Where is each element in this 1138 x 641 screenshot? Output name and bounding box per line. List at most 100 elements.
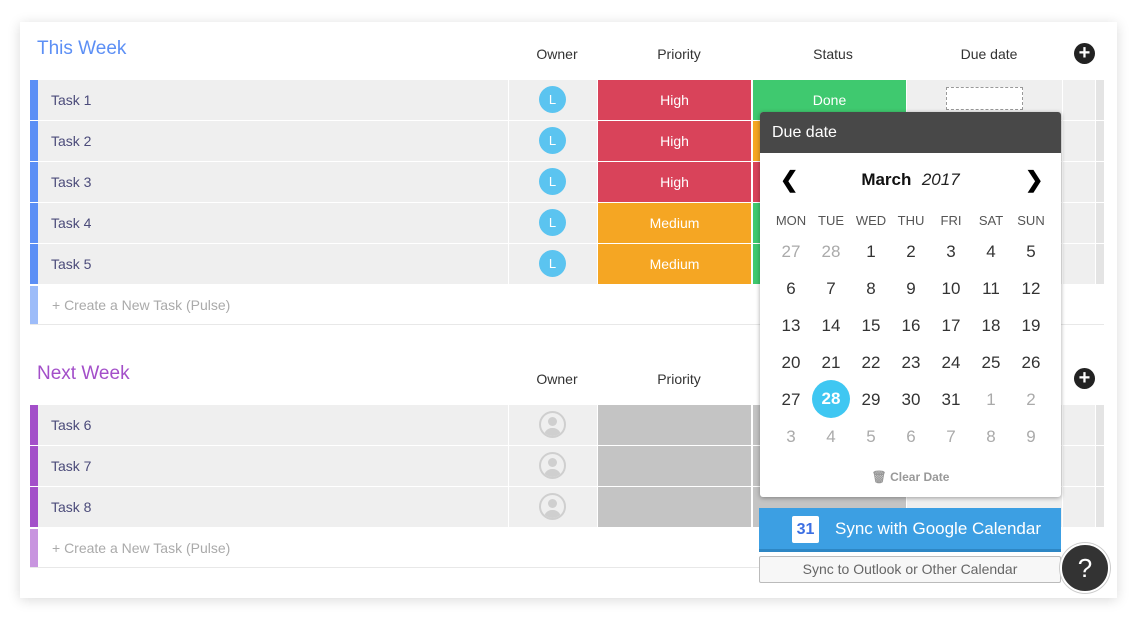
group-color-bar [30, 529, 38, 567]
calendar-day[interactable]: 15 [851, 316, 891, 336]
column-header-priority[interactable]: Priority [657, 46, 701, 62]
calendar-day[interactable]: 7 [811, 279, 851, 299]
priority-cell[interactable]: High [598, 162, 751, 202]
owner-cell[interactable]: L [509, 244, 597, 284]
calendar-day[interactable]: 7 [931, 427, 971, 447]
calendar-day[interactable]: 25 [971, 353, 1011, 373]
calendar-day[interactable]: 31 [931, 390, 971, 410]
extra-cell [1063, 121, 1095, 161]
owner-cell[interactable]: L [509, 162, 597, 202]
calendar-day[interactable]: 6 [891, 427, 931, 447]
calendar-day[interactable]: 20 [771, 353, 811, 373]
priority-cell[interactable] [598, 405, 751, 445]
calendar-day[interactable]: 1 [971, 390, 1011, 410]
task-name[interactable]: Task 6 [38, 405, 508, 445]
owner-cell[interactable] [509, 446, 597, 486]
task-name[interactable]: Task 4 [38, 203, 508, 243]
calendar-day[interactable]: 29 [851, 390, 891, 410]
calendar-day[interactable]: 17 [931, 316, 971, 336]
calendar-day[interactable]: 1 [851, 242, 891, 262]
column-header-priority[interactable]: Priority [657, 371, 701, 387]
calendar-day[interactable]: 9 [891, 279, 931, 299]
calendar-day[interactable]: 8 [971, 427, 1011, 447]
due-date-input[interactable] [946, 87, 1023, 110]
calendar-day[interactable]: 28 [811, 242, 851, 262]
column-header-owner[interactable]: Owner [536, 46, 577, 62]
calendar-day[interactable]: 27 [771, 242, 811, 262]
help-button[interactable]: ? [1060, 543, 1110, 593]
calendar-day[interactable]: 5 [1011, 242, 1051, 262]
task-name[interactable]: Task 2 [38, 121, 508, 161]
calendar-day[interactable]: 3 [771, 427, 811, 447]
calendar-day[interactable]: 5 [851, 427, 891, 447]
owner-cell[interactable] [509, 405, 597, 445]
priority-cell[interactable]: Medium [598, 244, 751, 284]
calendar-day[interactable]: 18 [971, 316, 1011, 336]
column-header-due[interactable]: Due date [961, 46, 1018, 62]
owner-cell[interactable]: L [509, 121, 597, 161]
extra-cell [1063, 487, 1095, 527]
priority-cell[interactable]: High [598, 121, 751, 161]
calendar-day[interactable]: 23 [891, 353, 931, 373]
owner-cell[interactable]: L [509, 80, 597, 120]
sync-google-calendar-button[interactable]: 31 Sync with Google Calendar [759, 508, 1061, 552]
calendar-day[interactable]: 27 [771, 390, 811, 410]
calendar-day[interactable]: 13 [771, 316, 811, 336]
empty-avatar-icon [539, 493, 566, 520]
group-title[interactable]: Next Week [37, 363, 130, 385]
weekday-header: FRI [940, 213, 962, 228]
calendar-day[interactable]: 8 [851, 279, 891, 299]
task-name[interactable]: Task 5 [38, 244, 508, 284]
month-label: March [861, 170, 912, 189]
group-color-bar [30, 244, 38, 284]
calendar-day[interactable]: 12 [1011, 279, 1051, 299]
avatar: L [539, 86, 566, 113]
calendar-day[interactable]: 4 [971, 242, 1011, 262]
avatar: L [539, 168, 566, 195]
group-color-bar [30, 286, 38, 324]
extra-cell [1063, 203, 1095, 243]
calendar-day[interactable]: 16 [891, 316, 931, 336]
owner-cell[interactable]: L [509, 203, 597, 243]
next-month-button[interactable]: ❯ [1025, 167, 1043, 193]
calendar-day[interactable]: 24 [931, 353, 971, 373]
priority-cell[interactable]: High [598, 80, 751, 120]
calendar-day[interactable]: 22 [851, 353, 891, 373]
create-task-label: + Create a New Task (Pulse) [52, 540, 231, 556]
group-color-bar [30, 487, 38, 527]
calendar-day[interactable]: 19 [1011, 316, 1051, 336]
weekday-header: MON [775, 213, 807, 228]
row-end [1096, 487, 1104, 527]
sync-outlook-button[interactable]: Sync to Outlook or Other Calendar [759, 556, 1061, 583]
priority-cell[interactable] [598, 487, 751, 527]
calendar-day[interactable]: 9 [1011, 427, 1051, 447]
calendar-day[interactable]: 30 [891, 390, 931, 410]
calendar-day[interactable]: 4 [811, 427, 851, 447]
picker-title: Due date [760, 112, 1061, 153]
column-header-owner[interactable]: Owner [536, 371, 577, 387]
calendar-day[interactable]: 6 [771, 279, 811, 299]
calendar-day[interactable]: 2 [1011, 390, 1051, 410]
selected-day[interactable]: 28 [812, 380, 850, 418]
clear-date-label: Clear Date [890, 470, 950, 484]
owner-cell[interactable] [509, 487, 597, 527]
calendar-day[interactable]: 14 [811, 316, 851, 336]
priority-cell[interactable]: Medium [598, 203, 751, 243]
task-name[interactable]: Task 1 [38, 80, 508, 120]
column-header-status[interactable]: Status [813, 46, 853, 62]
add-column-icon[interactable]: + [1074, 368, 1095, 389]
add-column-icon[interactable]: + [1074, 43, 1095, 64]
group-title[interactable]: This Week [37, 38, 126, 60]
calendar-day[interactable]: 2 [891, 242, 931, 262]
task-name[interactable]: Task 7 [38, 446, 508, 486]
clear-date-button[interactable]: 🗑 Clear Date [760, 470, 1061, 484]
priority-cell[interactable] [598, 446, 751, 486]
calendar-day[interactable]: 11 [971, 279, 1011, 299]
calendar-day[interactable]: 10 [931, 279, 971, 299]
calendar-day[interactable]: 3 [931, 242, 971, 262]
calendar-day[interactable]: 21 [811, 353, 851, 373]
task-name[interactable]: Task 3 [38, 162, 508, 202]
extra-cell [1063, 405, 1095, 445]
calendar-day[interactable]: 26 [1011, 353, 1051, 373]
task-name[interactable]: Task 8 [38, 487, 508, 527]
